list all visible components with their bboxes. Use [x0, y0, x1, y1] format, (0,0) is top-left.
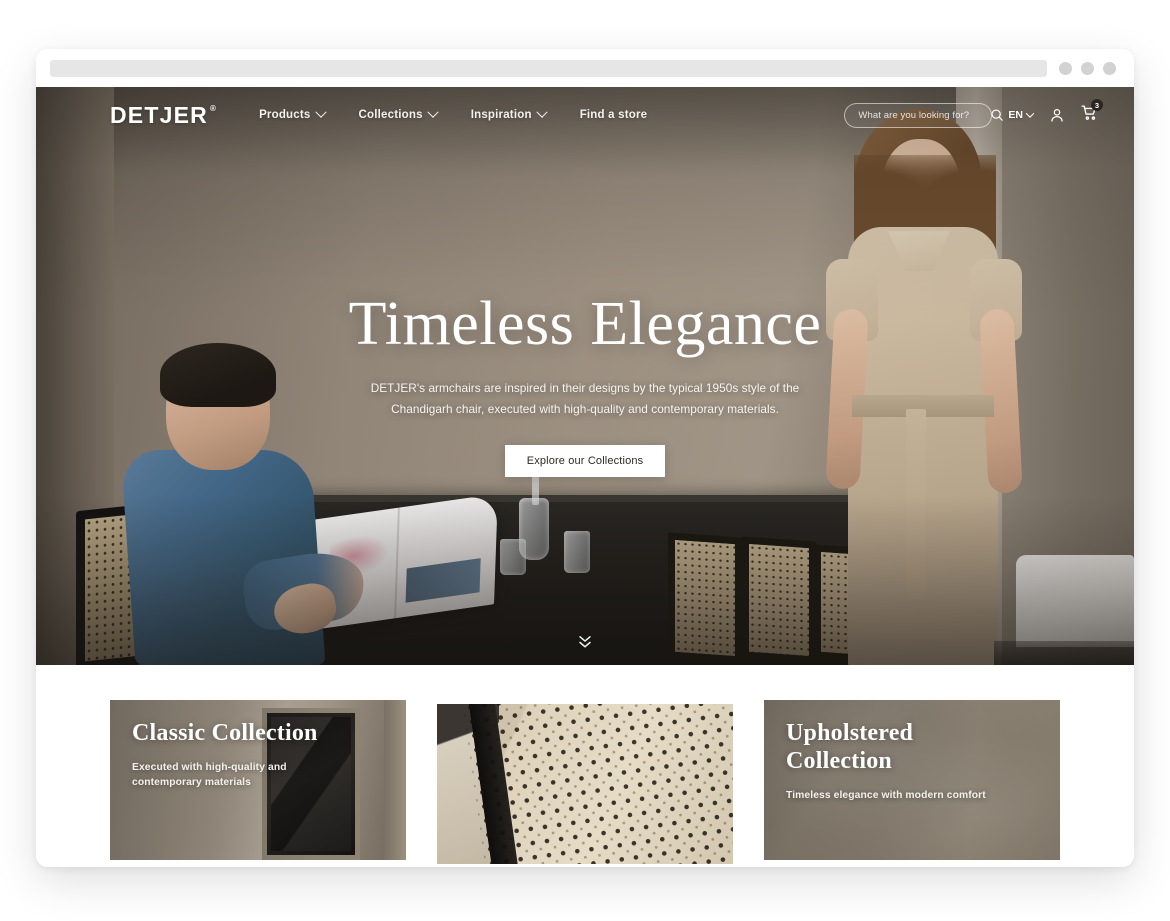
collection-card-classic-description: Executed with high-quality and contempor…	[132, 761, 287, 789]
collection-card-classic[interactable]: Classic Collection Executed with high-qu…	[110, 700, 406, 860]
registered-trademark-icon: ®	[209, 103, 218, 113]
collection-card-upholstered-text: Upholstered Collection Timeless elegance…	[786, 720, 996, 803]
site-header: DETJER ® Products Collections Inspiratio…	[36, 87, 1134, 143]
nav-item-products[interactable]: Products	[259, 106, 327, 121]
nav-item-collections-label: Collections	[358, 109, 423, 121]
collection-card-cane[interactable]	[437, 704, 733, 864]
hero-section: DETJER ® Products Collections Inspiratio…	[36, 87, 1134, 665]
collection-card-upholstered-description: Timeless elegance with modern comfort	[786, 789, 986, 801]
card-cane-weave-texture	[462, 704, 733, 864]
window-control-minimize[interactable]	[1059, 61, 1072, 75]
hero-title: Timeless Elegance	[348, 290, 822, 358]
collection-card-cane-image	[437, 704, 733, 864]
main-navigation: Products Collections Inspiration Find a …	[259, 106, 648, 121]
user-icon[interactable]	[1049, 107, 1065, 123]
collection-card-classic-text: Classic Collection Executed with high-qu…	[132, 720, 342, 791]
window-control-maximize[interactable]	[1081, 61, 1094, 75]
header-actions: EN	[844, 99, 1103, 128]
search-icon[interactable]	[990, 108, 1004, 122]
brand-logo-text: DETJER	[110, 101, 208, 128]
double-chevron-down-icon[interactable]	[577, 633, 594, 657]
cart-button[interactable]: 3	[1081, 99, 1103, 126]
nav-item-collections[interactable]: Collections	[358, 106, 439, 121]
collection-cards-row: Classic Collection Executed with high-qu…	[110, 665, 1060, 864]
nav-item-inspiration-label: Inspiration	[470, 109, 532, 121]
nav-item-inspiration[interactable]: Inspiration	[470, 106, 548, 121]
chevron-down-icon	[427, 106, 439, 118]
chevron-down-icon	[1025, 109, 1035, 118]
collection-card-upholstered[interactable]: Upholstered Collection Timeless elegance…	[764, 700, 1060, 860]
browser-chrome	[36, 49, 1134, 87]
search-box[interactable]	[844, 102, 1004, 128]
language-selector[interactable]: EN	[1008, 109, 1035, 121]
cart-badge: 3	[1091, 99, 1103, 111]
chevron-down-icon	[314, 106, 327, 118]
search-input[interactable]	[858, 109, 991, 121]
url-bar[interactable]	[50, 59, 1047, 77]
language-selector-value: EN	[1008, 109, 1023, 121]
browser-window: DETJER ® Products Collections Inspiratio…	[36, 49, 1134, 867]
window-controls	[1059, 61, 1120, 75]
nav-item-find-a-store-label: Find a store	[579, 109, 648, 121]
page-viewport: DETJER ® Products Collections Inspiratio…	[36, 87, 1134, 867]
chevron-down-icon	[536, 106, 548, 118]
collections-section: Classic Collection Executed with high-qu…	[36, 665, 1134, 867]
brand-logo[interactable]: DETJER ®	[110, 101, 218, 128]
window-control-close[interactable]	[1103, 61, 1116, 75]
nav-item-find-a-store[interactable]: Find a store	[580, 109, 648, 121]
hero-sofa-shadow	[994, 641, 1134, 665]
collection-card-classic-title: Classic Collection	[132, 720, 318, 746]
hero-subtitle: DETJER's armchairs are inspired in their…	[370, 381, 800, 416]
collection-card-upholstered-title: Upholstered Collection	[786, 720, 914, 774]
hero-copy: Timeless Elegance DETJER's armchairs are…	[36, 290, 1134, 477]
explore-collections-button[interactable]: Explore our Collections	[504, 444, 666, 477]
nav-item-products-label: Products	[259, 109, 311, 121]
